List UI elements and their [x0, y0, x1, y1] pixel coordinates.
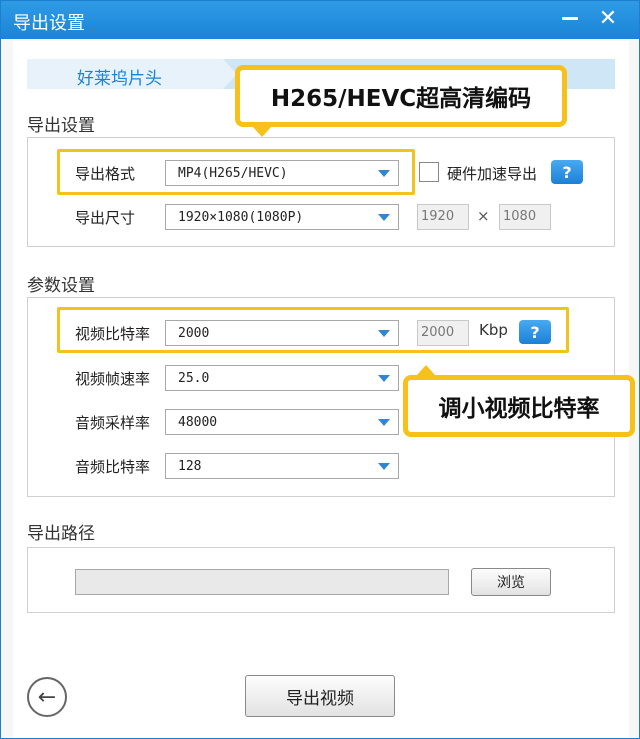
format-highlight — [57, 149, 415, 195]
hw-accel-label: 硬件加速导出 — [447, 165, 538, 183]
arrow-left-icon: ← — [37, 684, 57, 710]
audio-bitrate-label: 音频比特率 — [75, 458, 151, 476]
close-icon: ✕ — [598, 5, 618, 31]
bitrate-callout-pointer — [417, 365, 435, 375]
back-button[interactable]: ← — [27, 677, 67, 717]
export-section-title: 导出设置 — [27, 116, 95, 136]
size-label: 导出尺寸 — [75, 209, 136, 227]
codec-callout-pointer — [253, 127, 271, 137]
hw-accel-checkbox[interactable] — [419, 162, 439, 182]
size-select[interactable]: 1920×1080(1080P) — [165, 204, 399, 230]
codec-callout: H265/HEVC超高清编码 — [235, 65, 567, 127]
minimize-icon — [562, 16, 578, 20]
window-title: 导出设置 — [13, 13, 85, 34]
chevron-down-icon — [378, 463, 390, 470]
audio-sample-select[interactable]: 48000 — [165, 409, 399, 435]
path-section-title: 导出路径 — [27, 524, 95, 544]
chevron-down-icon — [378, 419, 390, 426]
audio-sample-value: 48000 — [178, 415, 218, 430]
browse-button[interactable]: 浏览 — [471, 568, 551, 596]
chevron-down-icon — [378, 214, 390, 221]
frame-rate-value: 25.0 — [178, 371, 210, 386]
width-input[interactable]: 1920 — [417, 204, 469, 230]
title-bar[interactable]: 导出设置 ✕ — [1, 1, 639, 39]
frame-rate-select[interactable]: 25.0 — [165, 365, 399, 391]
audio-bitrate-value: 128 — [178, 459, 202, 474]
export-settings-window: 导出设置 ✕ 好莱坞片头 导出设置 导出格式 MP4(H265/HEVC) 硬件… — [0, 0, 640, 739]
export-path-input[interactable] — [75, 569, 449, 595]
param-section-title: 参数设置 — [27, 276, 95, 296]
bitrate-callout: 调小视频比特率 — [403, 375, 635, 437]
size-value: 1920×1080(1080P) — [178, 210, 304, 225]
audio-sample-label: 音频采样率 — [75, 414, 151, 432]
frame-rate-label: 视频帧速率 — [75, 370, 151, 388]
close-button[interactable]: ✕ — [591, 5, 625, 31]
help-icon[interactable]: ? — [551, 160, 583, 184]
audio-bitrate-select[interactable]: 128 — [165, 453, 399, 479]
step-label: 好莱坞片头 — [77, 69, 162, 89]
bitrate-highlight — [57, 307, 569, 353]
export-video-button[interactable]: 导出视频 — [245, 675, 395, 717]
times-sign: × — [477, 207, 490, 225]
minimize-button[interactable] — [553, 5, 587, 31]
height-input[interactable]: 1080 — [499, 204, 551, 230]
chevron-down-icon — [378, 375, 390, 382]
